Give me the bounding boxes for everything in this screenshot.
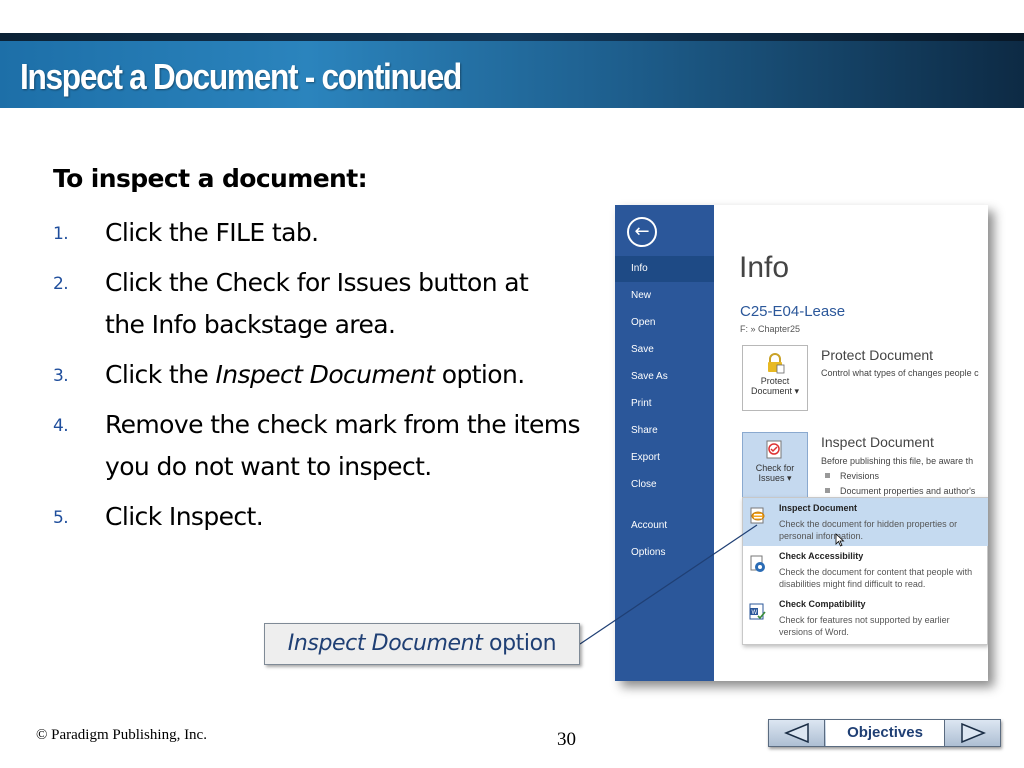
callout-emphasis: Inspect Document bbox=[287, 631, 483, 656]
title-banner-strip bbox=[0, 33, 1024, 41]
check-issues-icon bbox=[766, 440, 782, 459]
inspect-document-desc: Before publishing this file, be aware th bbox=[821, 456, 974, 466]
protect-tile-line1: Protect bbox=[760, 376, 790, 386]
triangle-left-icon bbox=[784, 723, 809, 743]
inspect-bullet: Document properties and author's bbox=[825, 486, 975, 496]
dropdown-item-inspect-document[interactable]: Inspect Document Check the document for … bbox=[743, 498, 988, 546]
step-number: 3. bbox=[53, 366, 69, 386]
step-text: Click the Inspect Document option. bbox=[105, 360, 525, 389]
mouse-cursor-icon bbox=[835, 533, 845, 547]
previous-slide-button[interactable] bbox=[769, 720, 825, 746]
dropdown-item-title: Check Compatibility bbox=[779, 599, 866, 609]
document-name: C25-E04-Lease bbox=[740, 303, 846, 320]
protect-document-desc: Control what types of changes people c bbox=[821, 368, 979, 378]
nav-item-account[interactable]: Account bbox=[615, 513, 714, 539]
nav-item-open[interactable]: Open bbox=[615, 310, 714, 336]
backstage-nav: ← Info New Open Save Save As Print Share… bbox=[615, 205, 714, 681]
next-slide-button[interactable] bbox=[944, 720, 1000, 746]
issues-tile-line1: Check for bbox=[755, 463, 795, 473]
triangle-right-icon bbox=[961, 723, 986, 743]
document-path: F: » Chapter25 bbox=[740, 324, 801, 334]
check-issues-dropdown: Inspect Document Check the document for … bbox=[742, 497, 988, 645]
nav-item-save[interactable]: Save bbox=[615, 337, 714, 363]
nav-item-export[interactable]: Export bbox=[615, 445, 714, 471]
step-item: 4. Remove the check mark from the items … bbox=[53, 404, 613, 488]
dropdown-item-check-accessibility[interactable]: Check Accessibility Check the document f… bbox=[743, 546, 988, 594]
step-number: 5. bbox=[53, 508, 69, 528]
dropdown-item-title: Inspect Document bbox=[779, 503, 858, 513]
copyright-text: © Paradigm Publishing, Inc. bbox=[36, 727, 207, 743]
step-item: 3. Click the Inspect Document option. bbox=[53, 354, 613, 396]
nav-item-close[interactable]: Close bbox=[615, 472, 714, 498]
step-item: 5. Click Inspect. bbox=[53, 496, 613, 538]
inspect-document-callout: Inspect Document option bbox=[264, 623, 580, 665]
step-number: 1. bbox=[53, 224, 69, 244]
dropdown-item-check-compatibility[interactable]: W Check Compatibility Check for features… bbox=[743, 594, 988, 642]
step-item: 1. Click the FILE tab. bbox=[53, 212, 613, 254]
nav-item-share[interactable]: Share bbox=[615, 418, 714, 444]
page-number: 30 bbox=[557, 729, 576, 750]
dropdown-item-title: Check Accessibility bbox=[779, 551, 864, 561]
step-number: 4. bbox=[53, 416, 69, 436]
inspect-document-icon bbox=[750, 507, 765, 524]
dropdown-item-desc: Check for features not supported by earl… bbox=[779, 615, 950, 637]
step-number: 2. bbox=[53, 274, 69, 294]
dropdown-item-desc: Check the document for content that peop… bbox=[779, 567, 973, 589]
nav-item-save-as[interactable]: Save As bbox=[615, 364, 714, 390]
instructions-heading: To inspect a document: bbox=[53, 164, 368, 193]
step-text: Remove the check mark from the items you… bbox=[105, 410, 581, 481]
protect-tile-line2: Document ▾ bbox=[750, 386, 800, 396]
nav-item-info[interactable]: Info bbox=[615, 256, 714, 282]
inspect-document-title: Inspect Document bbox=[821, 434, 934, 450]
word-backstage-screenshot: ← Info New Open Save Save As Print Share… bbox=[615, 205, 988, 681]
nav-item-new[interactable]: New bbox=[615, 283, 714, 309]
lock-icon bbox=[768, 353, 785, 374]
nav-item-options[interactable]: Options bbox=[615, 540, 714, 566]
accessibility-icon bbox=[750, 555, 765, 572]
step-item: 2. Click the Check for Issues button at … bbox=[53, 262, 613, 346]
step-text: Click the FILE tab. bbox=[105, 218, 319, 247]
protect-document-title: Protect Document bbox=[821, 347, 934, 363]
slide-navigation: Objectives bbox=[768, 719, 1001, 747]
step-text: Click the Check for Issues button at the… bbox=[105, 268, 529, 339]
svg-text:W: W bbox=[752, 610, 758, 616]
slide-title: Inspect a Document - continued bbox=[20, 56, 462, 97]
word-compatibility-icon: W bbox=[749, 603, 766, 620]
info-heading: Info bbox=[739, 251, 790, 284]
dropdown-item-desc: Check the document for hidden properties… bbox=[779, 519, 958, 541]
step-text: Click Inspect. bbox=[105, 502, 264, 531]
protect-document-button[interactable]: Protect Document ▾ bbox=[742, 345, 808, 411]
steps-list: 1. Click the FILE tab. 2. Click the Chec… bbox=[53, 212, 613, 546]
issues-tile-line2: Issues ▾ bbox=[758, 473, 792, 483]
callout-suffix: option bbox=[482, 631, 557, 656]
back-arrow-icon[interactable]: ← bbox=[627, 217, 657, 247]
check-for-issues-button[interactable]: Check for Issues ▾ bbox=[742, 432, 808, 498]
inspect-bullet: Revisions bbox=[825, 471, 879, 481]
objectives-button[interactable]: Objectives bbox=[826, 720, 944, 746]
nav-item-print[interactable]: Print bbox=[615, 391, 714, 417]
